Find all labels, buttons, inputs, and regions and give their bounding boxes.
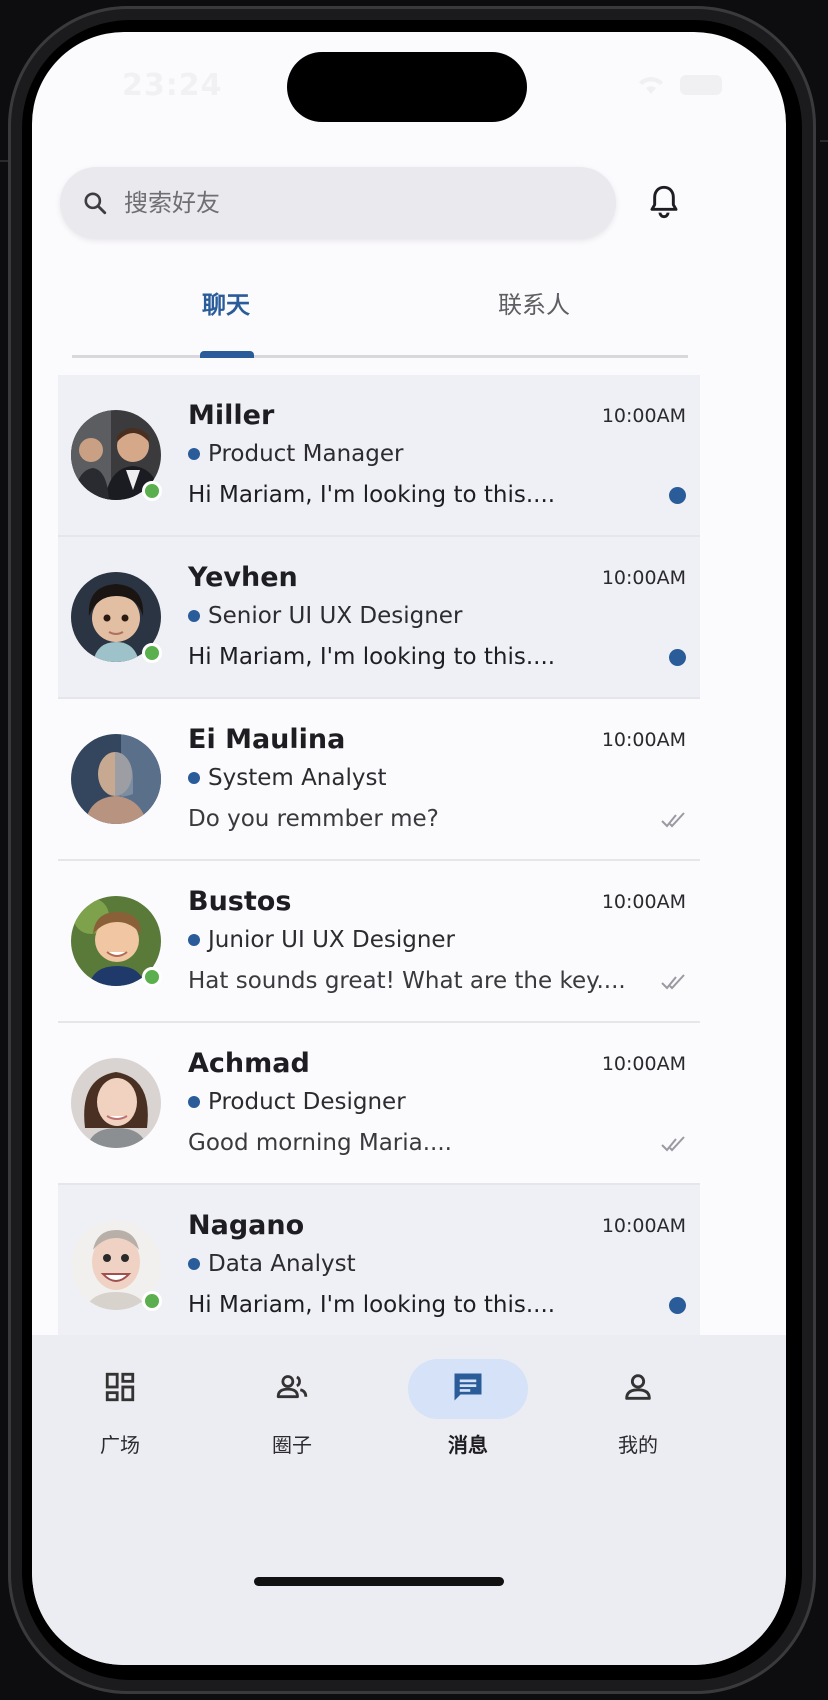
chat-name: Bustos	[188, 886, 292, 917]
nav-item-circle[interactable]: 圈子	[232, 1357, 352, 1467]
chat-name: Ei Maulina	[188, 724, 346, 755]
double-check-icon	[661, 812, 685, 828]
nav-label: 消息	[448, 1433, 488, 1457]
online-indicator	[142, 481, 162, 501]
search-icon	[84, 192, 107, 215]
status-icons	[636, 74, 722, 96]
unread-dot-icon	[669, 1297, 686, 1314]
chat-preview: Hi Mariam, I'm looking to this....	[188, 482, 556, 508]
nav-label: 我的	[618, 1433, 658, 1457]
search-bar[interactable]	[60, 167, 616, 239]
chat-item[interactable]: Bustos Junior UI UX Designer Hat sounds …	[58, 861, 700, 1023]
chat-list: Miller Product Manager Hi Mariam, I'm lo…	[58, 375, 700, 1345]
wifi-icon	[639, 77, 663, 94]
chat-role: Junior UI UX Designer	[188, 927, 455, 953]
role-dot-icon	[188, 610, 200, 622]
chat-role: Data Analyst	[188, 1251, 356, 1277]
chat-preview: Do you remmber me?	[188, 806, 439, 832]
unread-dot-icon	[669, 487, 686, 504]
tab-active-indicator	[200, 351, 254, 358]
chat-role-text: Junior UI UX Designer	[208, 927, 456, 953]
role-dot-icon	[188, 772, 200, 784]
chat-item[interactable]: Nagano Data Analyst Hi Mariam, I'm looki…	[58, 1185, 700, 1345]
chat-preview: Hat sounds great! What are the key....	[188, 968, 626, 994]
chat-name: Yevhen	[188, 562, 298, 593]
message-icon	[454, 1373, 482, 1401]
chat-name: Nagano	[188, 1210, 305, 1241]
chat-role: Product Manager	[188, 441, 403, 467]
online-indicator	[142, 643, 162, 663]
background-line	[0, 160, 8, 162]
dynamic-island	[287, 52, 527, 122]
person-icon	[625, 1374, 651, 1400]
tab-contacts[interactable]: 联系人	[380, 267, 688, 337]
status-time: 23:24	[122, 68, 223, 103]
tab-chats[interactable]: 聊天	[72, 267, 380, 337]
avatar	[71, 734, 161, 824]
chat-item[interactable]: Yevhen Senior UI UX Designer Hi Mariam, …	[58, 537, 700, 699]
chat-role-text: System Analyst	[208, 765, 387, 791]
chat-preview: Hi Mariam, I'm looking to this....	[188, 644, 556, 670]
chat-preview: Good morning Maria....	[188, 1130, 452, 1156]
chat-role: Senior UI UX Designer	[188, 603, 462, 629]
chat-time: 10:00AM	[601, 1215, 686, 1237]
background-line	[820, 140, 828, 142]
dashboard-icon	[105, 1372, 135, 1402]
double-check-icon	[661, 974, 685, 990]
online-indicator	[142, 967, 162, 987]
chat-role-text: Product Manager	[208, 441, 404, 467]
chat-time: 10:00AM	[601, 405, 686, 427]
double-check-icon	[661, 1136, 685, 1152]
battery-icon	[680, 75, 722, 95]
nav-label: 圈子	[272, 1433, 312, 1457]
search-input[interactable]	[122, 188, 566, 218]
notification-button[interactable]	[639, 177, 689, 227]
nav-item-messages[interactable]: 消息	[408, 1357, 528, 1467]
role-dot-icon	[188, 934, 200, 946]
role-dot-icon	[188, 1096, 200, 1108]
unread-dot-icon	[669, 649, 686, 666]
nav-label: 广场	[100, 1433, 140, 1457]
nav-item-square[interactable]: 广场	[60, 1357, 180, 1467]
chat-item[interactable]: Miller Product Manager Hi Mariam, I'm lo…	[58, 375, 700, 537]
chat-role: Product Designer	[188, 1089, 406, 1115]
bottom-navigation: 广场 圈子 消息 我的	[32, 1335, 786, 1665]
online-indicator	[142, 1291, 162, 1311]
tab-bar: 聊天 联系人	[72, 267, 688, 359]
chat-role-text: Senior UI UX Designer	[208, 603, 463, 629]
role-dot-icon	[188, 448, 200, 460]
home-indicator	[254, 1577, 504, 1586]
chat-role-text: Product Designer	[208, 1089, 406, 1115]
chat-time: 10:00AM	[601, 567, 686, 589]
bell-icon	[650, 185, 678, 219]
chat-role-text: Data Analyst	[208, 1251, 356, 1277]
chat-time: 10:00AM	[601, 1053, 686, 1075]
chat-item[interactable]: Ei Maulina System Analyst Do you remmber…	[58, 699, 700, 861]
nav-item-profile[interactable]: 我的	[578, 1357, 698, 1467]
tab-divider	[72, 355, 688, 358]
chat-role: System Analyst	[188, 765, 387, 791]
role-dot-icon	[188, 1258, 200, 1270]
chat-item[interactable]: Achmad Product Designer Good morning Mar…	[58, 1023, 700, 1185]
chat-time: 10:00AM	[601, 729, 686, 751]
chat-name: Miller	[188, 400, 275, 431]
app-screen: 23:24 聊天 联系人	[32, 32, 786, 1665]
chat-preview: Hi Mariam, I'm looking to this....	[188, 1292, 556, 1318]
chat-time: 10:00AM	[601, 891, 686, 913]
group-icon	[276, 1375, 308, 1399]
chat-name: Achmad	[188, 1048, 310, 1079]
avatar	[71, 1058, 161, 1148]
